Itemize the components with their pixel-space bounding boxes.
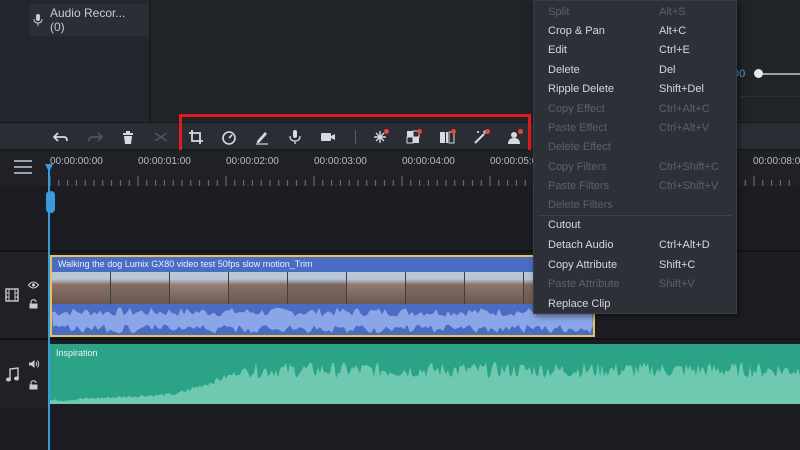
menu-item-delete[interactable]: Delete Del [534, 61, 736, 80]
video-editor-window: Audio Recor... (0) 00 00:00:00:00 00:00:… [0, 0, 800, 450]
menu-item-replace-clip[interactable]: Replace Clip [534, 295, 736, 314]
menu-item-label: Paste Filters [548, 180, 610, 192]
context-menu: Split Alt+S Crop & Pan Alt+C Edit Ctrl+E Delet… [533, 0, 737, 314]
preview-divider [740, 96, 800, 97]
menu-item-shortcut: Alt+S [659, 6, 686, 18]
menu-item-label: Detach Audio [548, 239, 614, 251]
menu-item-copy-attribute[interactable]: Copy Attribute Shift+C [534, 256, 736, 275]
menu-item-shortcut: Ctrl+Alt+C [659, 103, 710, 115]
menu-item-paste-effect: Paste Effect Ctrl+Alt+V [534, 119, 736, 138]
menu-item-detach-audio[interactable]: Detach Audio Ctrl+Alt+D [534, 236, 736, 255]
speaker-icon[interactable] [28, 359, 40, 369]
video-thumbnail [288, 272, 347, 304]
menu-item-label: Copy Attribute [548, 259, 618, 271]
menu-item-shortcut: Shift+V [659, 278, 695, 290]
highlight-annotation [179, 114, 531, 154]
video-audio-waveform [52, 304, 593, 335]
cut-button[interactable] [152, 128, 170, 146]
menu-item-cutout[interactable]: Cutout [534, 216, 736, 235]
menu-item-label: Copy Filters [548, 161, 607, 173]
microphone-icon [33, 14, 43, 26]
menu-item-label: Edit [548, 44, 567, 56]
menu-item-delete-effect: Delete Effect [534, 138, 736, 157]
menu-item-shortcut: Del [659, 64, 676, 76]
audio-record-label: Audio Recor... (0) [49, 6, 126, 34]
audio-waveform [50, 362, 800, 404]
menu-item-label: Cutout [548, 219, 581, 231]
menu-item-crop-pan[interactable]: Crop & Pan Alt+C [534, 22, 736, 41]
ruler-label: 00:00:05:0 [490, 156, 538, 167]
video-thumbnail [406, 272, 465, 304]
menu-item-shortcut: Shift+C [659, 259, 696, 271]
menu-item-label: Paste Effect [548, 122, 608, 134]
menu-item-label: Copy Effect [548, 103, 605, 115]
undo-icon [53, 132, 68, 142]
ruler-label: 00:00:00:00 [50, 156, 103, 167]
music-note-icon [5, 367, 19, 383]
redo-icon [88, 132, 103, 142]
video-thumbnail [465, 272, 524, 304]
menu-item-split: Split Alt+S [534, 3, 736, 22]
menu-item-delete-filters: Delete Filters [534, 196, 736, 215]
timeline-empty-area [0, 408, 800, 450]
redo-button[interactable] [86, 128, 104, 146]
undo-button[interactable] [52, 128, 70, 146]
ruler-label: 00:00:08:00 [753, 156, 800, 167]
menu-item-edit[interactable]: Edit Ctrl+E [534, 41, 736, 60]
eye-icon[interactable] [28, 281, 39, 289]
audio-record-folder[interactable]: Audio Recor... (0) [30, 4, 149, 36]
ruler-label: 00:00:04:00 [402, 156, 455, 167]
menu-item-label: Ripple Delete [548, 83, 615, 95]
video-thumbnails [52, 272, 593, 304]
video-thumbnail [170, 272, 229, 304]
menu-item-copy-effect: Copy Effect Ctrl+Alt+C [534, 100, 736, 119]
lock-icon[interactable] [29, 380, 38, 390]
audio-clip[interactable]: Inspiration [50, 344, 800, 404]
trash-icon [123, 131, 133, 144]
menu-item-ripple-delete[interactable]: Ripple Delete Shift+Del [534, 80, 736, 99]
menu-item-label: Crop & Pan [548, 25, 605, 37]
menu-item-label: Delete Filters [548, 199, 613, 211]
media-panel: Audio Recor... (0) [0, 0, 150, 122]
playhead-handle[interactable] [46, 191, 55, 213]
menu-item-paste-filters: Paste Filters Ctrl+Shift+V [534, 177, 736, 196]
hamburger-menu-icon[interactable] [14, 160, 32, 174]
menu-item-label: Delete Effect [548, 141, 611, 153]
menu-item-paste-attribute: Paste Attribute Shift+V [534, 275, 736, 294]
ruler-label: 00:00:01:00 [138, 156, 191, 167]
video-thumbnail [229, 272, 288, 304]
video-clip[interactable]: Walking the dog Lumix GX80 video test 50… [50, 255, 595, 337]
ruler-label: 00:00:02:00 [226, 156, 279, 167]
menu-item-label: Delete [548, 64, 580, 76]
video-thumbnail [52, 272, 111, 304]
volume-slider-knob[interactable] [754, 69, 763, 78]
menu-divider [538, 215, 732, 216]
scissors-icon [154, 132, 168, 142]
menu-item-shortcut: Ctrl+Alt+V [659, 122, 710, 134]
menu-item-copy-filters: Copy Filters Ctrl+Shift+C [534, 158, 736, 177]
video-clip-title: Walking the dog Lumix GX80 video test 50… [58, 259, 313, 269]
menu-item-shortcut: Ctrl+Shift+V [659, 180, 719, 192]
menu-item-shortcut: Alt+C [659, 25, 687, 37]
menu-item-label: Replace Clip [548, 298, 611, 310]
video-thumbnail [347, 272, 406, 304]
volume-slider-track[interactable] [760, 73, 800, 75]
ruler-label: 00:00:03:00 [314, 156, 367, 167]
delete-button[interactable] [119, 128, 137, 146]
film-icon [5, 288, 19, 302]
menu-item-shortcut: Shift+Del [659, 83, 704, 95]
menu-item-shortcut: Ctrl+E [659, 44, 690, 56]
menu-item-shortcut: Ctrl+Shift+C [659, 161, 719, 173]
video-thumbnail [111, 272, 170, 304]
menu-item-shortcut: Ctrl+Alt+D [659, 239, 710, 251]
menu-item-label: Split [548, 6, 570, 18]
lock-icon[interactable] [29, 299, 38, 309]
menu-item-label: Paste Attribute [548, 278, 620, 290]
